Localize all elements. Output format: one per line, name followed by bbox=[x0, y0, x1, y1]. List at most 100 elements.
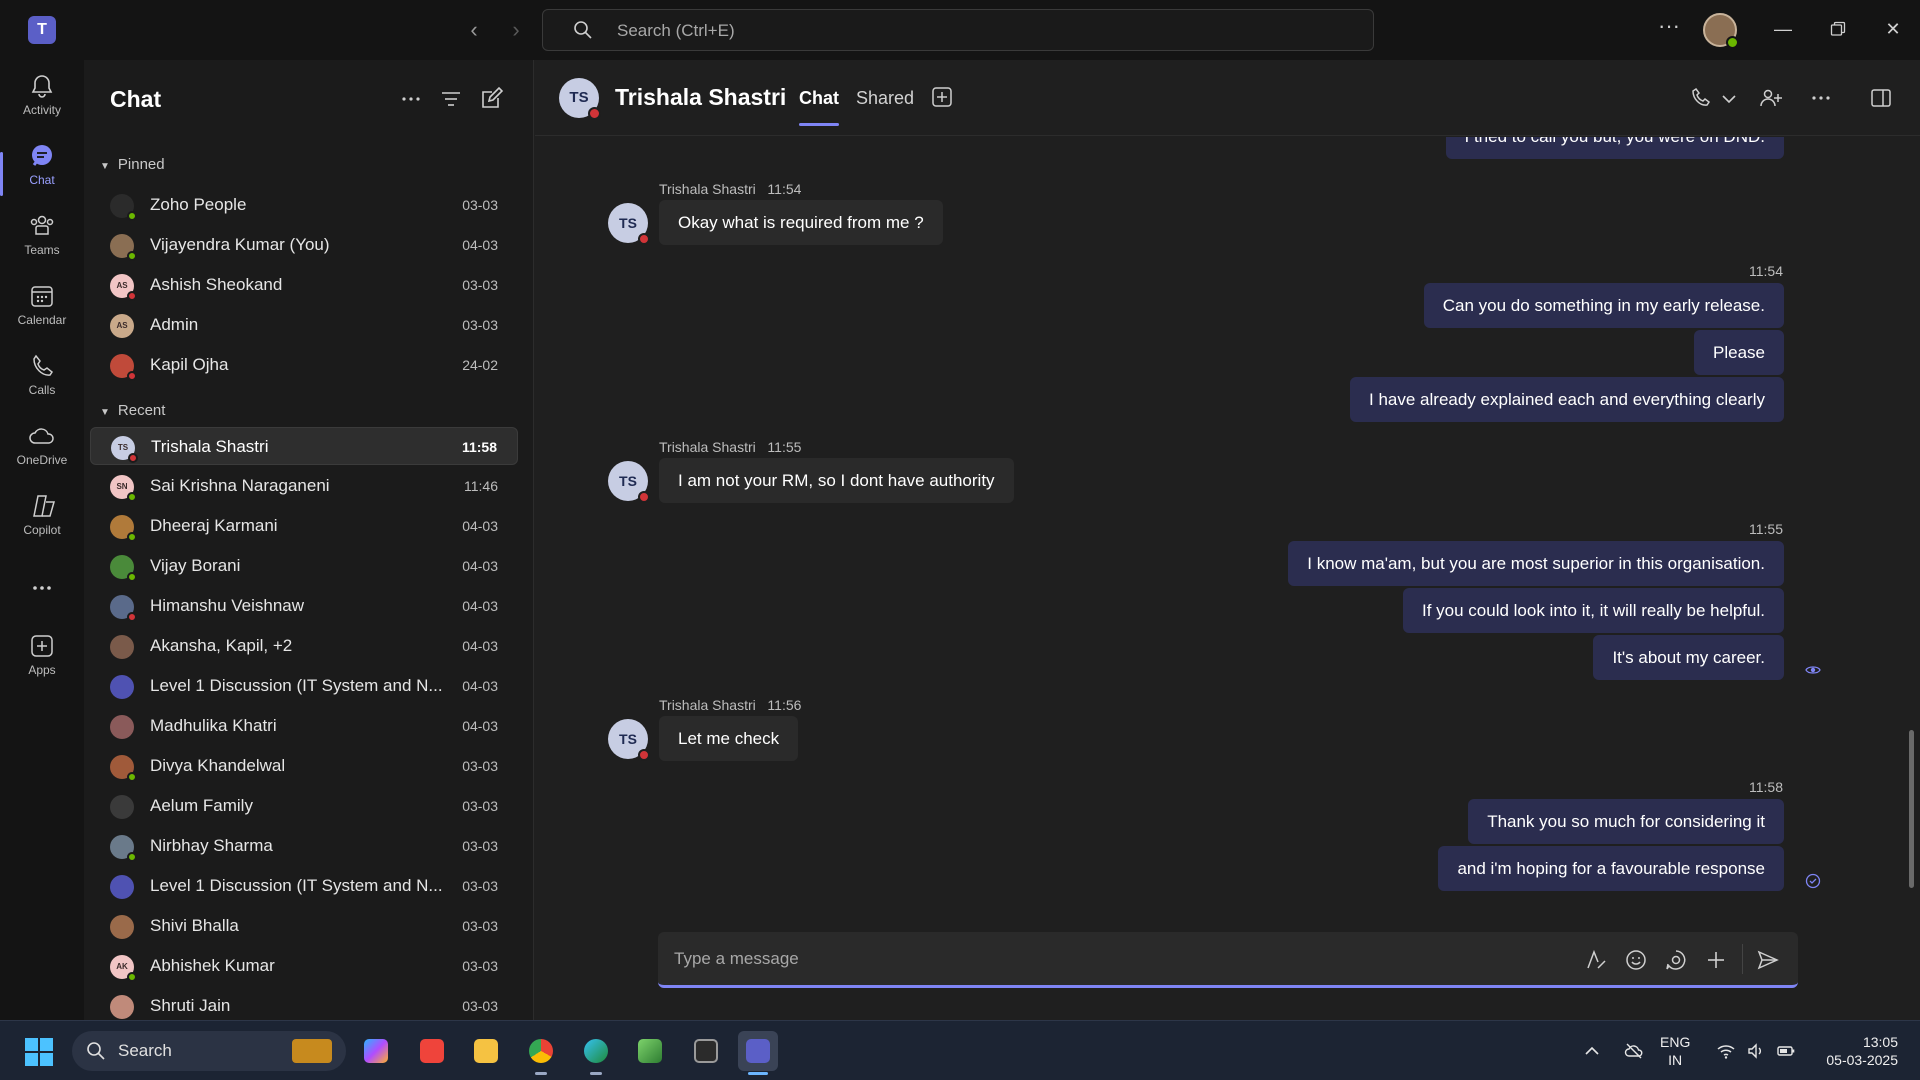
taskbar-copilot[interactable] bbox=[356, 1031, 396, 1071]
add-tab-icon[interactable] bbox=[931, 86, 953, 108]
chat-list-item[interactable]: AS Ashish Sheokand 03-03 bbox=[90, 266, 518, 304]
windows-start-icon[interactable] bbox=[24, 1037, 54, 1067]
new-chat-icon[interactable] bbox=[478, 86, 504, 112]
rail-item-teams[interactable]: Teams bbox=[0, 206, 84, 272]
send-icon[interactable] bbox=[1756, 948, 1780, 972]
search-input[interactable] bbox=[617, 18, 1217, 44]
chevron-down-icon[interactable] bbox=[1717, 86, 1741, 110]
contact-name[interactable]: Trishala Shastri bbox=[615, 84, 786, 111]
outgoing-message[interactable]: Can you do something in my early release… bbox=[1423, 283, 1784, 328]
chat-list-item[interactable]: Level 1 Discussion (IT System and N... 04… bbox=[90, 667, 518, 705]
outgoing-message[interactable]: Please bbox=[1694, 330, 1784, 375]
rail-item-chat[interactable]: Chat bbox=[0, 136, 84, 202]
rail-item-copilot[interactable]: Copilot bbox=[0, 486, 84, 552]
chat-list-item[interactable]: Madhulika Khatri 04-03 bbox=[90, 707, 518, 745]
incoming-message[interactable]: I am not your RM, so I dont have authori… bbox=[659, 458, 1014, 503]
profile-avatar[interactable] bbox=[1703, 13, 1739, 49]
outgoing-message[interactable]: Thank you so much for considering it bbox=[1468, 799, 1784, 844]
edge-icon bbox=[584, 1039, 608, 1063]
plus-icon[interactable] bbox=[1704, 948, 1728, 972]
sender-avatar[interactable]: TS bbox=[608, 203, 650, 245]
outgoing-message[interactable]: I know ma'am, but you are most superior … bbox=[1288, 541, 1784, 586]
forward-arrow-icon[interactable]: › bbox=[504, 16, 528, 44]
outgoing-message[interactable]: and i'm hoping for a favourable response bbox=[1438, 846, 1784, 891]
chat-list-item[interactable]: Himanshu Veishnaw 04-03 bbox=[90, 587, 518, 625]
emoji-icon[interactable] bbox=[1624, 948, 1648, 972]
chat-list-item[interactable]: SN Sai Krishna Naraganeni 11:46 bbox=[90, 467, 518, 505]
settings-more-button[interactable]: ··· bbox=[1656, 14, 1682, 44]
chevron-up-icon[interactable] bbox=[1582, 1041, 1602, 1061]
chat-list-item[interactable]: Aelum Family 03-03 bbox=[90, 787, 518, 825]
avatar-initials: TS bbox=[619, 215, 637, 231]
restore-button[interactable] bbox=[1821, 14, 1855, 44]
message-composer[interactable] bbox=[658, 932, 1798, 988]
chat-list-item[interactable]: Zoho People 03-03 bbox=[90, 186, 518, 224]
wifi-icon[interactable] bbox=[1716, 1041, 1736, 1061]
add-people-icon[interactable] bbox=[1759, 86, 1783, 110]
chat-list-item[interactable]: AK Abhishek Kumar 03-03 bbox=[90, 947, 518, 985]
taskbar-edge[interactable] bbox=[576, 1031, 616, 1075]
taskbar-file-explorer[interactable] bbox=[466, 1031, 506, 1071]
pinned-section-header[interactable]: ▼ Pinned bbox=[100, 156, 165, 173]
more-options-icon[interactable] bbox=[1809, 86, 1833, 110]
volume-icon[interactable] bbox=[1746, 1041, 1766, 1061]
incoming-message[interactable]: Okay what is required from me ? bbox=[659, 200, 943, 245]
loop-component-icon[interactable] bbox=[1664, 948, 1688, 972]
format-icon[interactable] bbox=[1584, 948, 1608, 972]
sender-avatar[interactable]: TS bbox=[608, 461, 650, 503]
chat-list-item[interactable]: Kapil Ojha 24-02 bbox=[90, 346, 518, 384]
battery-icon[interactable] bbox=[1776, 1041, 1796, 1061]
contact-avatar[interactable]: TS bbox=[559, 78, 601, 120]
rail-item-apps[interactable]: Apps bbox=[0, 626, 84, 692]
search-box[interactable] bbox=[542, 9, 1374, 51]
back-arrow-icon[interactable]: ‹ bbox=[462, 16, 486, 44]
chat-name: Aelum Family bbox=[150, 796, 253, 815]
tab-shared[interactable]: Shared bbox=[856, 88, 914, 109]
rail-item-calls[interactable]: Calls bbox=[0, 346, 84, 412]
taskbar-snipping-tool[interactable] bbox=[686, 1031, 726, 1071]
taskbar-search[interactable]: Search bbox=[72, 1031, 346, 1071]
search-icon bbox=[574, 21, 592, 39]
chat-list-item[interactable]: Nirbhay Sharma 03-03 bbox=[90, 827, 518, 865]
chat-list-item[interactable]: Vijay Borani 04-03 bbox=[90, 547, 518, 585]
outgoing-message[interactable]: I have already explained each and everyt… bbox=[1350, 377, 1784, 422]
onedrive-offline-icon[interactable] bbox=[1624, 1041, 1644, 1061]
chat-list-item[interactable]: Dheeraj Karmani 04-03 bbox=[90, 507, 518, 545]
chat-list-item[interactable]: Vijayendra Kumar (You) 04-03 bbox=[90, 226, 518, 264]
sender-avatar[interactable]: TS bbox=[608, 719, 650, 761]
chat-list-item[interactable]: Akansha, Kapil, +2 04-03 bbox=[90, 627, 518, 665]
outgoing-message[interactable]: It's about my career. bbox=[1593, 635, 1784, 680]
taskbar-chrome[interactable] bbox=[521, 1031, 561, 1075]
minimize-button[interactable]: — bbox=[1766, 14, 1800, 44]
filter-icon[interactable] bbox=[438, 86, 464, 112]
open-side-panel-icon[interactable] bbox=[1869, 86, 1893, 110]
chat-date: 03-03 bbox=[462, 798, 498, 814]
tab-chat[interactable]: Chat bbox=[799, 88, 839, 126]
input-language[interactable]: ENG IN bbox=[1660, 1033, 1690, 1069]
system-clock[interactable]: 13:05 05-03-2025 bbox=[1810, 1033, 1898, 1069]
message-input[interactable] bbox=[674, 946, 1574, 972]
rail-item-activity[interactable]: Activity bbox=[0, 66, 84, 132]
outgoing-message[interactable]: If you could look into it, it will reall… bbox=[1402, 588, 1784, 633]
chat-list-item[interactable]: Shivi Bhalla 03-03 bbox=[90, 907, 518, 945]
chat-list-item[interactable]: TS Trishala Shastri 11:58 bbox=[90, 427, 518, 465]
rail-item-more[interactable] bbox=[0, 556, 84, 622]
outgoing-message[interactable]: I tried to call you but, you were on DND… bbox=[1445, 137, 1784, 159]
incoming-message[interactable]: Let me check bbox=[659, 716, 799, 761]
taskbar-teams[interactable] bbox=[738, 1031, 778, 1075]
chat-list-item[interactable]: Divya Khandelwal 03-03 bbox=[90, 747, 518, 785]
call-icon[interactable] bbox=[1689, 86, 1713, 110]
rail-item-calendar[interactable]: Calendar bbox=[0, 276, 84, 342]
taskbar-anydesk[interactable] bbox=[412, 1031, 452, 1071]
more-options-icon[interactable] bbox=[398, 86, 424, 112]
teams-logo-icon[interactable]: T bbox=[28, 16, 56, 44]
taskbar-photos[interactable] bbox=[630, 1031, 670, 1071]
chat-list-item[interactable]: Shruti Jain 03-03 bbox=[90, 987, 518, 1020]
chat-name: Divya Khandelwal bbox=[150, 756, 286, 775]
chat-list-item[interactable]: Level 1 Discussion (IT System and N... 03… bbox=[90, 867, 518, 905]
rail-item-onedrive[interactable]: OneDrive bbox=[0, 416, 84, 482]
message-scrollbar[interactable] bbox=[1909, 730, 1914, 888]
chat-list-item[interactable]: AS Admin 03-03 bbox=[90, 306, 518, 344]
recent-section-header[interactable]: ▼ Recent bbox=[100, 402, 165, 419]
close-button[interactable]: ✕ bbox=[1876, 14, 1910, 44]
